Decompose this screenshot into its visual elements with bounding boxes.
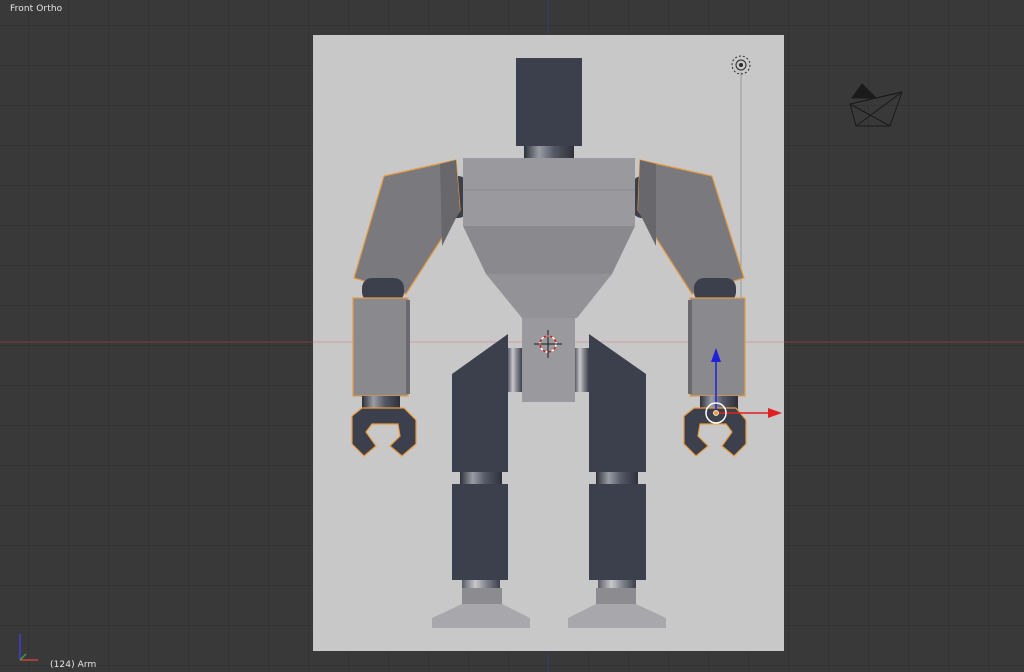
robot-left-hip[interactable] [508, 348, 522, 392]
robot-left-shin[interactable] [452, 484, 508, 580]
robot-left-forearm[interactable] [352, 297, 409, 397]
robot-neck[interactable] [524, 146, 574, 160]
robot-head[interactable] [516, 58, 582, 146]
axis-orientation-icon [19, 634, 38, 661]
camera-icon[interactable] [849, 83, 903, 127]
robot-right-knee[interactable] [596, 472, 638, 484]
3d-viewport[interactable]: Front Ortho (124) Arm [0, 0, 1024, 672]
robot-right-forearm[interactable] [689, 297, 746, 397]
view-name-label: Front Ortho [10, 4, 63, 14]
robot-right-hip[interactable] [575, 348, 589, 392]
frame-object-info: (124) Arm [50, 660, 97, 670]
scene-canvas[interactable] [0, 0, 1024, 672]
robot-left-knee[interactable] [460, 472, 502, 484]
robot-chest[interactable] [463, 158, 635, 226]
robot-chest-lower[interactable] [463, 226, 635, 274]
robot-right-shin[interactable] [589, 484, 646, 580]
